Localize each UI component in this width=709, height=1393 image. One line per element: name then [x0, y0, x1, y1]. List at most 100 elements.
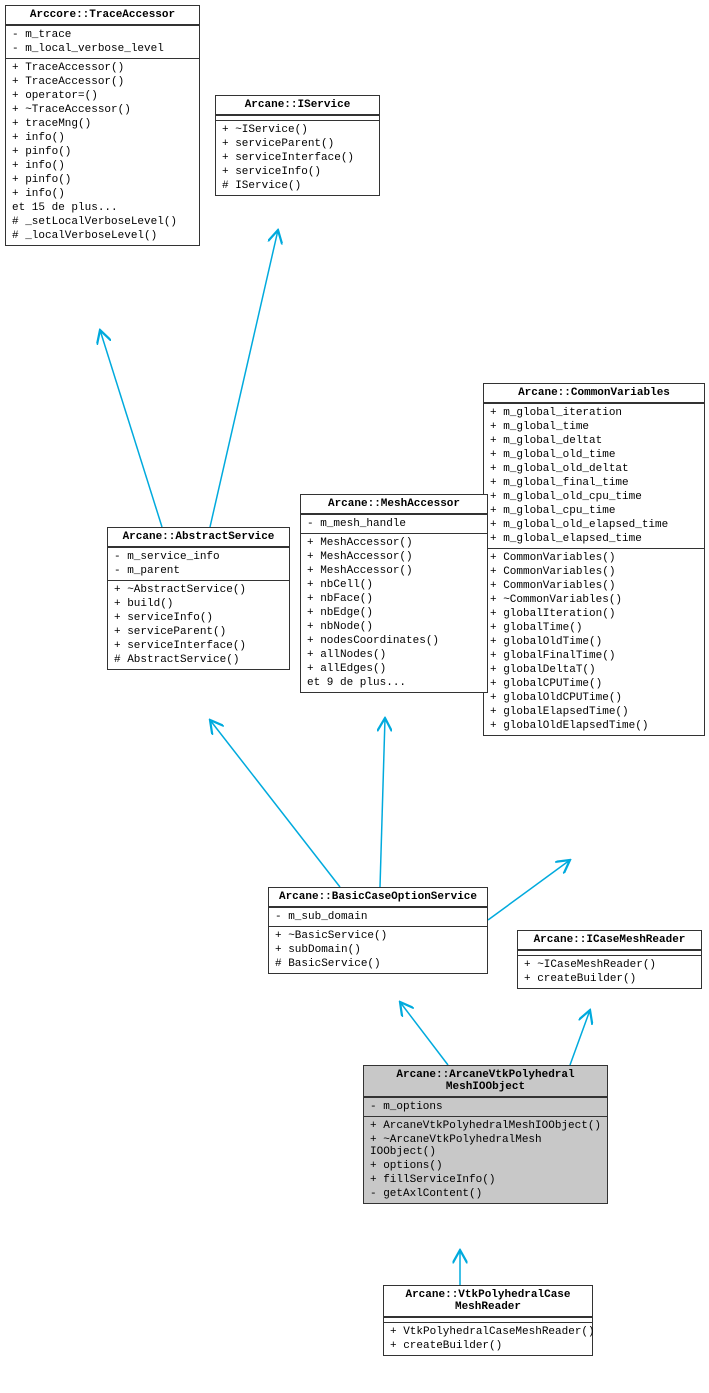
- method-line: + globalElapsedTime(): [490, 705, 698, 719]
- method-line: + globalTime(): [490, 621, 698, 635]
- abstract-service-box: Arcane::AbstractService - m_service_info…: [107, 527, 290, 670]
- iservice-title: Arcane::IService: [216, 96, 379, 115]
- method-line: + MeshAccessor(): [307, 550, 481, 564]
- method-line: + build(): [114, 597, 283, 611]
- method-line: + VtkPolyhedralCaseMeshReader(): [390, 1325, 586, 1339]
- trace-accessor-attrs: - m_trace - m_local_verbose_level: [6, 25, 199, 58]
- arcane-vtk-methods: + ArcaneVtkPolyhedralMeshIOObject() + ~A…: [364, 1116, 607, 1203]
- attr-line: + m_global_final_time: [490, 476, 698, 490]
- method-line: + serviceParent(): [114, 625, 283, 639]
- method-line: + allNodes(): [307, 648, 481, 662]
- method-line: + ~ArcaneVtkPolyhedralMesh IOObject(): [370, 1133, 601, 1159]
- attr-line: - m_mesh_handle: [307, 517, 481, 531]
- method-line: + nbFace(): [307, 592, 481, 606]
- method-line: + globalOldCPUTime(): [490, 691, 698, 705]
- method-line: et 9 de plus...: [307, 676, 481, 690]
- method-line: # IService(): [222, 179, 373, 193]
- method-line: + CommonVariables(): [490, 579, 698, 593]
- method-line: # _setLocalVerboseLevel(): [12, 215, 193, 229]
- method-line: + createBuilder(): [524, 972, 695, 986]
- attr-line: - m_service_info: [114, 550, 283, 564]
- method-line: + ~TraceAccessor(): [12, 103, 193, 117]
- method-line: + fillServiceInfo(): [370, 1173, 601, 1187]
- attr-line: + m_global_old_time: [490, 448, 698, 462]
- method-line: + ~ICaseMeshReader(): [524, 958, 695, 972]
- method-line: + info(): [12, 187, 193, 201]
- method-line: + options(): [370, 1159, 601, 1173]
- method-line: # _localVerboseLevel(): [12, 229, 193, 243]
- abstract-service-attrs: - m_service_info - m_parent: [108, 547, 289, 580]
- common-variables-methods: + CommonVariables() + CommonVariables() …: [484, 548, 704, 735]
- abstract-service-methods: + ~AbstractService() + build() + service…: [108, 580, 289, 669]
- mesh-accessor-methods: + MeshAccessor() + MeshAccessor() + Mesh…: [301, 533, 487, 692]
- method-line: + CommonVariables(): [490, 551, 698, 565]
- arcane-vtk-attrs: - m_options: [364, 1097, 607, 1116]
- method-line: + nodesCoordinates(): [307, 634, 481, 648]
- common-variables-attrs: + m_global_iteration + m_global_time + m…: [484, 403, 704, 548]
- method-line: + ArcaneVtkPolyhedralMeshIOObject(): [370, 1119, 601, 1133]
- attr-line: - m_sub_domain: [275, 910, 481, 924]
- attr-line: + m_global_deltat: [490, 434, 698, 448]
- basic-case-methods: + ~BasicService() + subDomain() # BasicS…: [269, 926, 487, 973]
- method-line: + globalCPUTime(): [490, 677, 698, 691]
- method-line: + ~CommonVariables(): [490, 593, 698, 607]
- method-line: + createBuilder(): [390, 1339, 586, 1353]
- method-line: + nbCell(): [307, 578, 481, 592]
- vtk-polyhedral-case-methods: + VtkPolyhedralCaseMeshReader() + create…: [384, 1322, 592, 1355]
- trace-accessor-box: Arccore::TraceAccessor - m_trace - m_loc…: [5, 5, 200, 246]
- method-line: + MeshAccessor(): [307, 564, 481, 578]
- method-line: + serviceInfo(): [114, 611, 283, 625]
- vtk-polyhedral-case-mesh-reader-box: Arcane::VtkPolyhedralCaseMeshReader + Vt…: [383, 1285, 593, 1356]
- arcane-vtk-polyhedral-title: Arcane::ArcaneVtkPolyhedralMeshIOObject: [364, 1066, 607, 1097]
- icase-mesh-reader-title: Arcane::ICaseMeshReader: [518, 931, 701, 950]
- method-line: + serviceInterface(): [222, 151, 373, 165]
- trace-accessor-title: Arccore::TraceAccessor: [6, 6, 199, 25]
- attr-line: + m_global_old_elapsed_time: [490, 518, 698, 532]
- attr-line: + m_global_iteration: [490, 406, 698, 420]
- attr-line: + m_global_elapsed_time: [490, 532, 698, 546]
- attr-line: - m_local_verbose_level: [12, 42, 193, 56]
- method-line: + ~BasicService(): [275, 929, 481, 943]
- icase-mesh-reader-box: Arcane::ICaseMeshReader + ~ICaseMeshRead…: [517, 930, 702, 989]
- attr-line: + m_global_old_deltat: [490, 462, 698, 476]
- vtk-polyhedral-case-title: Arcane::VtkPolyhedralCaseMeshReader: [384, 1286, 592, 1317]
- method-line: + globalOldTime(): [490, 635, 698, 649]
- method-line: + globalFinalTime(): [490, 649, 698, 663]
- method-line: + TraceAccessor(): [12, 61, 193, 75]
- method-line: + nbEdge(): [307, 606, 481, 620]
- basic-case-option-service-box: Arcane::BasicCaseOptionService - m_sub_d…: [268, 887, 488, 974]
- attr-line: + m_global_time: [490, 420, 698, 434]
- mesh-accessor-box: Arcane::MeshAccessor - m_mesh_handle + M…: [300, 494, 488, 693]
- method-line: + nbNode(): [307, 620, 481, 634]
- attr-line: - m_parent: [114, 564, 283, 578]
- method-line: + TraceAccessor(): [12, 75, 193, 89]
- iservice-box: Arcane::IService + ~IService() + service…: [215, 95, 380, 196]
- common-variables-title: Arcane::CommonVariables: [484, 384, 704, 403]
- method-line: + pinfo(): [12, 173, 193, 187]
- attr-line: + m_global_old_cpu_time: [490, 490, 698, 504]
- basic-case-attrs: - m_sub_domain: [269, 907, 487, 926]
- method-line: + globalOldElapsedTime(): [490, 719, 698, 733]
- basic-case-option-service-title: Arcane::BasicCaseOptionService: [269, 888, 487, 907]
- method-line: + operator=(): [12, 89, 193, 103]
- method-line: + globalIteration(): [490, 607, 698, 621]
- attr-line: + m_global_cpu_time: [490, 504, 698, 518]
- trace-accessor-methods: + TraceAccessor() + TraceAccessor() + op…: [6, 58, 199, 245]
- method-line: + ~IService(): [222, 123, 373, 137]
- method-line: # BasicService(): [275, 957, 481, 971]
- attr-line: - m_options: [370, 1100, 601, 1114]
- method-line: # AbstractService(): [114, 653, 283, 667]
- method-line: + info(): [12, 131, 193, 145]
- method-line: + ~AbstractService(): [114, 583, 283, 597]
- method-line: + CommonVariables(): [490, 565, 698, 579]
- attr-line: - m_trace: [12, 28, 193, 42]
- method-line: + info(): [12, 159, 193, 173]
- method-line: + pinfo(): [12, 145, 193, 159]
- method-line: + traceMng(): [12, 117, 193, 131]
- method-line: + serviceParent(): [222, 137, 373, 151]
- arcane-vtk-polyhedral-box: Arcane::ArcaneVtkPolyhedralMeshIOObject …: [363, 1065, 608, 1204]
- method-line: + globalDeltaT(): [490, 663, 698, 677]
- method-line: + subDomain(): [275, 943, 481, 957]
- iservice-methods: + ~IService() + serviceParent() + servic…: [216, 120, 379, 195]
- method-line: + MeshAccessor(): [307, 536, 481, 550]
